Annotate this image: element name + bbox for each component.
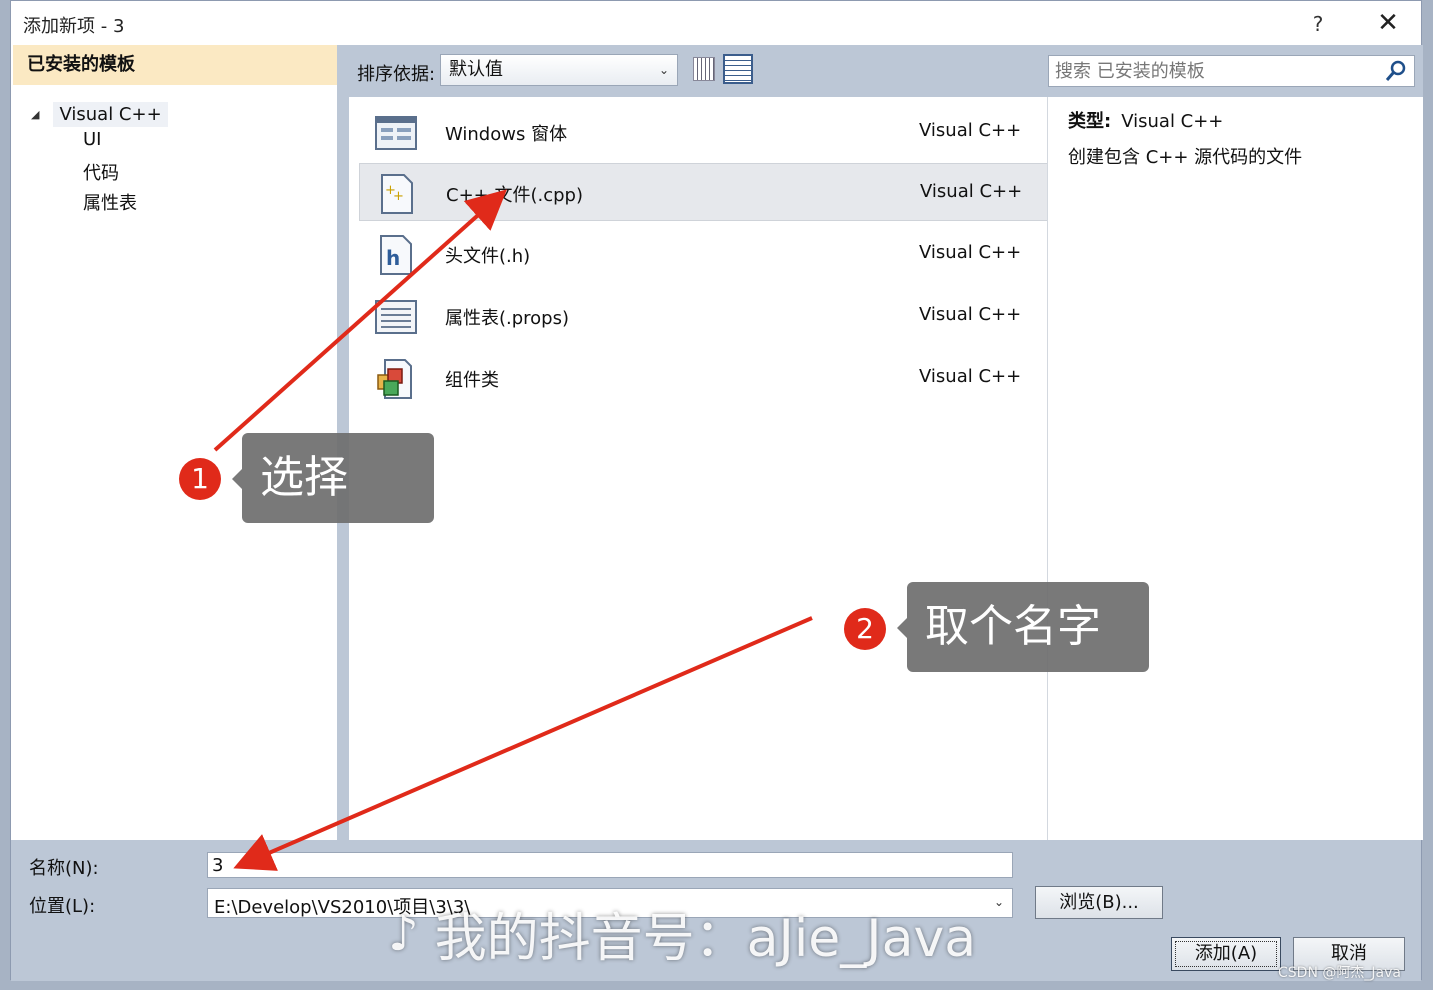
chevron-down-icon: ⌄	[658, 63, 669, 77]
template-details-pane: 类型: Visual C++ 创建包含 C++ 源代码的文件	[1047, 97, 1423, 840]
form-icon	[375, 116, 417, 150]
name-input[interactable]	[207, 852, 1013, 878]
search-bar	[1047, 45, 1423, 97]
template-language: Visual C++	[919, 120, 1022, 141]
tree-node-label: Visual C++	[53, 101, 168, 127]
template-name: 属性表(.props)	[445, 308, 570, 329]
annotation-label-1: 选择	[232, 433, 434, 523]
installed-templates-header: 已安装的模板	[13, 45, 337, 85]
template-row-header-file[interactable]: h 头文件(.h) Visual C++	[359, 225, 1051, 283]
window-title: 添加新项 - 3	[23, 16, 125, 37]
small-icons-view-icon[interactable]	[693, 57, 715, 81]
property-sheet-icon	[375, 300, 417, 334]
annotation-label-2: 取个名字	[897, 582, 1149, 672]
annotation-number-2: 2	[844, 608, 886, 650]
name-label: 名称(N):	[29, 858, 99, 879]
sort-label: 排序依据:	[357, 64, 436, 85]
sort-dropdown-value: 默认值	[449, 59, 503, 80]
tree-node-ui[interactable]: UI	[83, 129, 101, 150]
details-view-icon[interactable]	[723, 54, 753, 84]
add-button[interactable]: 添加(A)	[1171, 937, 1281, 971]
tree-node-visual-cpp[interactable]: ◢ Visual C++	[31, 100, 168, 128]
template-list: Windows 窗体 Visual C++ + + C++ 文件(.cpp) V…	[343, 97, 1051, 840]
watermark-text: 我的抖音号：aJie_Java	[434, 909, 977, 969]
sort-dropdown[interactable]: 默认值 ⌄	[440, 54, 678, 86]
chevron-down-icon[interactable]: ⌄	[994, 895, 1004, 909]
expand-arrow-icon[interactable]: ◢	[31, 108, 39, 121]
template-type: 类型: Visual C++	[1068, 107, 1223, 133]
svg-text:h: h	[386, 246, 400, 270]
template-row-windows-form[interactable]: Windows 窗体 Visual C++	[359, 103, 1051, 161]
template-row-component-class[interactable]: 组件类 Visual C++	[359, 349, 1051, 407]
annotation-number-1: 1	[179, 458, 221, 500]
close-button[interactable]: ✕	[1371, 7, 1405, 41]
type-label: 类型:	[1068, 111, 1112, 132]
component-class-icon	[377, 359, 412, 399]
template-name: C++ 文件(.cpp)	[446, 185, 583, 206]
tree-node-code[interactable]: 代码	[83, 159, 119, 185]
template-language: Visual C++	[919, 304, 1022, 325]
header-file-icon: h	[380, 235, 412, 275]
svg-text:+: +	[393, 189, 404, 204]
search-input[interactable]	[1055, 59, 1375, 83]
template-name: Windows 窗体	[445, 124, 568, 145]
template-row-cpp-file[interactable]: + + C++ 文件(.cpp) Visual C++	[359, 163, 1051, 221]
help-button[interactable]: ?	[1303, 9, 1333, 39]
location-label: 位置(L):	[29, 896, 96, 917]
search-icon[interactable]	[1384, 59, 1408, 83]
template-language: Visual C++	[919, 242, 1022, 263]
csdn-credit: CSDN @阿杰_Java	[1278, 965, 1401, 981]
template-description: 创建包含 C++ 源代码的文件	[1068, 147, 1303, 168]
template-name: 组件类	[445, 370, 499, 391]
browse-button[interactable]: 浏览(B)...	[1035, 886, 1163, 919]
title-bar: 添加新项 - 3 ? ✕	[11, 1, 1421, 45]
music-note-icon: ♪	[388, 905, 419, 962]
cpp-file-icon: + +	[381, 174, 413, 214]
tree-node-property-sheet[interactable]: 属性表	[83, 189, 137, 215]
douyin-watermark: ♪ 我的抖音号：aJie_Java	[388, 896, 976, 971]
search-box[interactable]	[1048, 55, 1415, 87]
template-language: Visual C++	[919, 366, 1022, 387]
template-row-property-sheet[interactable]: 属性表(.props) Visual C++	[359, 287, 1051, 345]
sort-toolbar: 排序依据: 默认值 ⌄	[343, 45, 1047, 97]
add-new-item-dialog: 添加新项 - 3 ? ✕ 已安装的模板 ◢ Visual C++ UI 代码 属…	[10, 0, 1423, 981]
type-value: Visual C++	[1121, 111, 1224, 132]
template-language: Visual C++	[920, 181, 1023, 202]
template-name: 头文件(.h)	[445, 246, 531, 267]
